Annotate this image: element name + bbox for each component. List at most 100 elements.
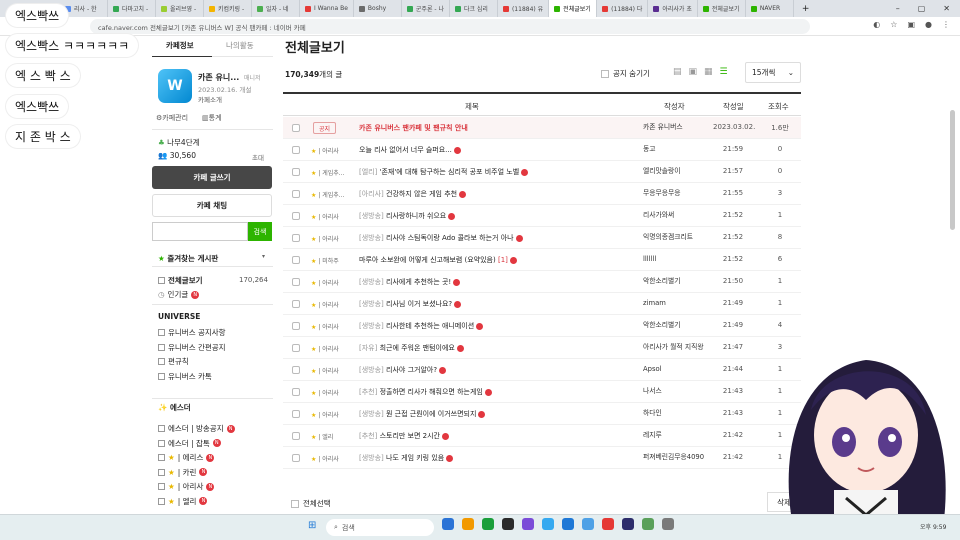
- row-checkbox[interactable]: [292, 366, 300, 374]
- row-title[interactable]: [생방송] 리사야 스팀독이랑 Ado 콜라보 하는거 아나: [359, 233, 621, 243]
- row-checkbox[interactable]: [292, 432, 300, 440]
- browser-tab[interactable]: (11884) 다: [597, 0, 649, 17]
- row-checkbox[interactable]: [292, 322, 300, 330]
- sidebar-board-item[interactable]: ★ | 카린 N: [158, 467, 208, 478]
- album-view-icon[interactable]: ▦: [704, 67, 713, 77]
- row-category[interactable]: ★ | 아리사: [311, 322, 353, 331]
- browser-tab[interactable]: 올리브영 -: [156, 0, 204, 17]
- row-author[interactable]: zimam: [643, 299, 709, 308]
- row-title[interactable]: [자유] 최근에 주워온 팬텀이에요: [359, 343, 621, 353]
- sidebar-board-item[interactable]: ★ | 에리스 N: [158, 452, 215, 463]
- row-category[interactable]: ★ | 아리사: [311, 234, 353, 243]
- favorite-boards-header[interactable]: ★ 즐겨찾는 게시판: [158, 253, 218, 264]
- table-row[interactable]: ★ | 아리사 [생방송] 리사야 스팀독이랑 Ado 콜라보 하는거 아나 익명의…: [283, 227, 801, 249]
- row-category[interactable]: ★ | 미하주: [311, 256, 353, 265]
- taskbar-app-icon[interactable]: [602, 518, 614, 530]
- row-author[interactable]: 하다인: [643, 409, 709, 418]
- row-category[interactable]: ★ | 아리사: [311, 300, 353, 309]
- browser-tab[interactable]: 다크 심리: [450, 0, 498, 17]
- row-author[interactable]: 아리사가 월적 지직왕: [643, 343, 709, 352]
- new-tab-button[interactable]: +: [794, 4, 818, 14]
- browser-tab[interactable]: 일자 - 네: [252, 0, 300, 17]
- row-author[interactable]: 엘리맛솔랑이: [643, 167, 709, 176]
- row-author[interactable]: Apsol: [643, 365, 709, 374]
- minimize-button[interactable]: –: [896, 4, 900, 13]
- table-row[interactable]: ★ | 아리사 [생방송] 리사님 이거 보셨나요? zimam 21:49 1: [283, 293, 801, 315]
- member-count[interactable]: 👥 30,560: [158, 151, 196, 160]
- invite-link[interactable]: 초대: [252, 152, 264, 162]
- table-row[interactable]: ★ | 아리사 [생방송] 리사랑하니까 쉬으요 리사가와써 21:52 1: [283, 205, 801, 227]
- extension-icon[interactable]: ◐: [873, 20, 880, 29]
- row-title[interactable]: [생방송] 리사랑하니까 쉬으요: [359, 211, 621, 221]
- cafe-search-button[interactable]: 검색: [248, 222, 272, 241]
- row-author[interactable]: 악한소리별기: [643, 321, 709, 330]
- sidebar-board-item[interactable]: 유니버스 공지사항: [158, 327, 226, 338]
- row-category[interactable]: ★ | 아리사: [311, 454, 353, 463]
- cafe-search-input[interactable]: [152, 222, 248, 241]
- row-checkbox[interactable]: [292, 168, 300, 176]
- comment-count[interactable]: [1]: [496, 256, 508, 264]
- sidebar-board-item[interactable]: 유니버스 카톡: [158, 371, 212, 382]
- row-checkbox[interactable]: [292, 190, 300, 198]
- row-author[interactable]: 악한소리별기: [643, 277, 709, 286]
- table-row[interactable]: ★ | 아리사 [생방송] 나도 게임 키링 있음 퍼져베린김무응4090 21:42…: [283, 447, 801, 469]
- taskbar-app-icon[interactable]: [662, 518, 674, 530]
- row-checkbox[interactable]: [292, 278, 300, 286]
- cafe-chat-button[interactable]: 카페 채팅: [152, 194, 272, 217]
- extension-icon[interactable]: ▣: [907, 20, 915, 29]
- tab-cafe-info[interactable]: 카페정보: [166, 40, 194, 51]
- row-checkbox[interactable]: [292, 146, 300, 154]
- start-button[interactable]: ⊞: [308, 520, 316, 531]
- browser-tab[interactable]: 전체글보기: [549, 0, 598, 17]
- taskbar-app-icon[interactable]: [542, 518, 554, 530]
- sidebar-board-item[interactable]: 에스더 | 잡톡 N: [158, 438, 221, 449]
- taskbar-app-icon[interactable]: [482, 518, 494, 530]
- browser-tab[interactable]: NAVER: [746, 0, 794, 17]
- sidebar-board-item[interactable]: 편규칙: [158, 356, 189, 367]
- compact-view-icon[interactable]: ☰: [720, 67, 728, 77]
- row-title[interactable]: [생방송] 리사야 그거알아?: [359, 365, 621, 375]
- row-title[interactable]: [추천] 정출하면 리사가 해줘으면 하는게임: [359, 387, 621, 397]
- taskbar-app-icon[interactable]: [582, 518, 594, 530]
- row-title[interactable]: [생방송] 나도 게임 키링 있음: [359, 453, 621, 463]
- row-author[interactable]: 카존 유니버스: [643, 123, 709, 132]
- row-category[interactable]: ★ | 아리사: [311, 146, 353, 155]
- card-view-icon[interactable]: ▣: [689, 67, 698, 77]
- row-title[interactable]: [생방송] 리사님 이거 보셨나요?: [359, 299, 621, 309]
- list-view-icon[interactable]: ▤: [673, 67, 682, 77]
- sidebar-item-popular[interactable]: ◷ 인기글 N: [158, 289, 200, 300]
- browser-tab[interactable]: Boshy: [354, 0, 402, 17]
- table-row[interactable]: ★ | 아리사 [추천] 정출하면 리사가 해줘으면 하는게임 나서스 21:43 1: [283, 381, 801, 403]
- sidebar-board-item[interactable]: 에스더 | 방송공지 N: [158, 423, 235, 434]
- row-category[interactable]: ★ | 아리사: [311, 344, 353, 353]
- row-title[interactable]: [아리사] 건강하지 않은 게임 추천: [359, 189, 621, 199]
- taskbar-app-icon[interactable]: [562, 518, 574, 530]
- row-checkbox[interactable]: [292, 124, 300, 132]
- row-category[interactable]: ★ | 아리사: [311, 410, 353, 419]
- hide-notice-toggle[interactable]: 공지 숨기기: [601, 68, 650, 79]
- checkbox[interactable]: [601, 69, 609, 78]
- row-checkbox[interactable]: [292, 234, 300, 242]
- cafe-admin-link[interactable]: ⚙카페관리: [156, 113, 188, 123]
- row-category[interactable]: ★ | 게임추...: [311, 190, 353, 199]
- tab-my-activity[interactable]: 나의활동: [226, 40, 254, 51]
- row-checkbox[interactable]: [292, 410, 300, 418]
- row-category[interactable]: ★ | 엘리: [311, 432, 353, 441]
- row-author[interactable]: 익명의종겜크리트: [643, 233, 709, 242]
- browser-tab[interactable]: 전체글보기: [698, 0, 746, 17]
- row-title[interactable]: 마루아 소보완에 어떻게 신고해보렴 (요약있음) [1]: [359, 255, 621, 265]
- sidebar-board-item[interactable]: ★ | 아리사 N: [158, 481, 215, 492]
- table-row[interactable]: ★ | 게임추... [아리사] 건강하지 않은 게임 추천 무응무응무응 21:55…: [283, 183, 801, 205]
- row-checkbox[interactable]: [292, 300, 300, 308]
- taskbar-search[interactable]: ⌕ 검색: [326, 519, 434, 536]
- browser-tab[interactable]: (11884) 유: [498, 0, 550, 17]
- url-input[interactable]: cafe.naver.com 전체글보기 [카존 유니버스 W] 공식 팬카페 …: [90, 19, 810, 34]
- row-checkbox[interactable]: [292, 344, 300, 352]
- row-title[interactable]: [엘리] '존재'에 대해 탐구하는 심리적 공포 비주얼 노벨: [359, 167, 621, 177]
- table-row[interactable]: ★ | 아리사 오늘 리사 없어서 너무 슬퍼요... 동고 21:59 0: [283, 139, 801, 161]
- taskbar-app-icon[interactable]: [502, 518, 514, 530]
- browser-tab[interactable]: 군주론 - 나: [402, 0, 450, 17]
- write-post-button[interactable]: 카페 글쓰기: [152, 166, 272, 189]
- bookmark-icon[interactable]: ☆: [890, 20, 897, 29]
- table-row[interactable]: ★ | 아리사 [생방송] 리사야 그거알아? Apsol 21:44 1: [283, 359, 801, 381]
